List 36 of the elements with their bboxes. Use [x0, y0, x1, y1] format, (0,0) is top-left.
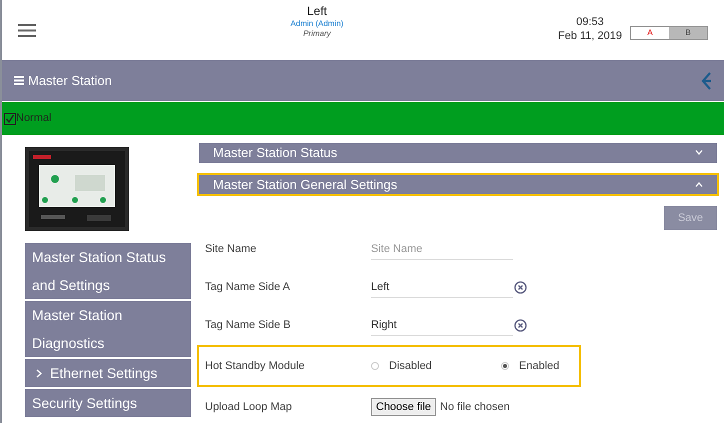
field-label: Tag Name Side A [205, 280, 291, 295]
status-label: Normal [16, 111, 52, 126]
role-label: Primary [303, 29, 331, 39]
side-toggle[interactable]: B [669, 27, 707, 39]
clock-time: 09:53 [576, 16, 604, 30]
radio-label: Enabled [519, 358, 560, 374]
menu-icon[interactable] [18, 24, 36, 36]
section-header[interactable]: Master Station General Settings [199, 174, 717, 194]
clear-icon[interactable] [514, 280, 527, 294]
clear-icon[interactable] [514, 318, 527, 332]
sidebar-item[interactable]: Security Settings [25, 389, 191, 417]
list-icon [14, 76, 24, 85]
field-label: Hot Standby Module [205, 358, 306, 374]
text-field[interactable]: Left [371, 276, 513, 298]
radio-button[interactable] [501, 362, 509, 370]
file-status: No file chosen [440, 400, 510, 415]
text-field[interactable]: Site Name [371, 238, 513, 260]
chevron-down-icon[interactable] [695, 150, 703, 156]
user-name: Admin (Admin) [290, 19, 344, 29]
clock-date: Feb 11, 2019 [558, 30, 622, 44]
radio-label: Disabled [389, 358, 432, 374]
field-label: Site Name [205, 242, 258, 257]
save-button[interactable]: Save [664, 206, 717, 230]
radio-button[interactable] [371, 362, 379, 370]
field-label: Upload Loop Map [205, 400, 293, 415]
sidebar-item[interactable]: Ethernet Settings [25, 359, 191, 387]
station-name: Left [306, 4, 327, 19]
choose-file-button[interactable]: Choose file [371, 398, 436, 416]
section-header[interactable]: Master Station Status [199, 143, 717, 162]
sidebar-item[interactable]: Master Station Diagnostics [25, 301, 191, 357]
text-field[interactable]: Right [371, 314, 513, 336]
chevron-right-icon [36, 369, 42, 378]
sidebar-item[interactable]: Master Station Status and Settings [25, 243, 191, 299]
chevron-up-icon[interactable] [695, 182, 703, 187]
page-title: Master Station [28, 72, 112, 90]
field-label: Tag Name Side B [205, 318, 292, 333]
